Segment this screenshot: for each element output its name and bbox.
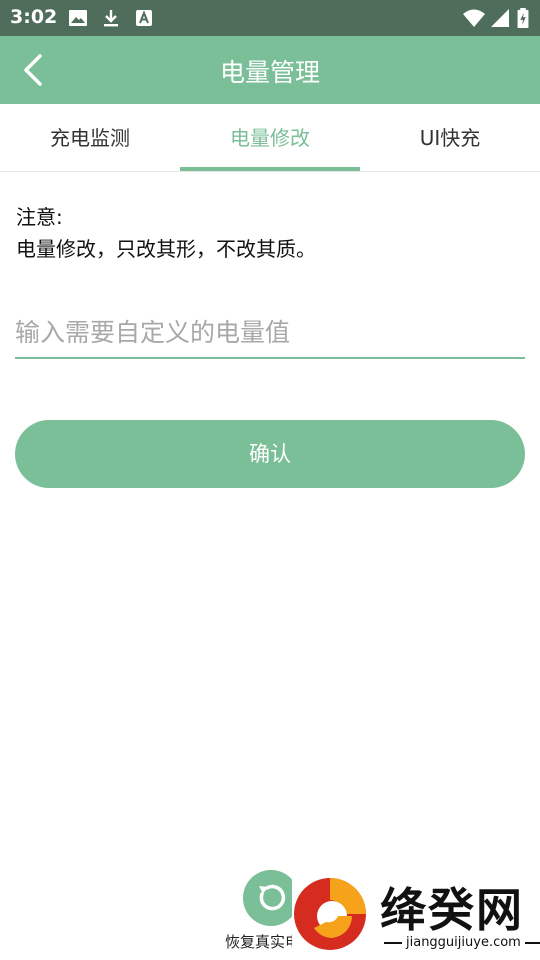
notice-body: 电量修改，只改其形，不改其质。 [16, 237, 316, 261]
image-icon [69, 10, 87, 26]
watermark-title: 绛癸网 [380, 883, 524, 937]
battery-value-field [15, 308, 525, 359]
download-icon [104, 10, 118, 27]
tab-charging-monitor[interactable]: 充电监测 [0, 104, 180, 172]
page-title: 电量管理 [219, 58, 320, 87]
wifi-icon [463, 9, 485, 27]
status-bar: 3:02 [0, 0, 540, 36]
watermark: 绛癸网 jiangguijiuye.com [292, 872, 540, 960]
watermark-url: jiangguijiuye.com [380, 935, 540, 950]
battery-charging-icon [517, 8, 529, 28]
restore-real-battery-label[interactable]: 恢复真实电量 [225, 931, 295, 952]
tab-bar: 充电监测 电量修改 UI快充 [0, 104, 540, 172]
tab-ui-fast-charge[interactable]: UI快充 [360, 104, 540, 172]
confirm-button[interactable]: 确认 [15, 420, 525, 488]
status-time: 3:02 [10, 6, 58, 28]
notice-title: 注意: [16, 205, 63, 229]
notice-text: 注意: 电量修改，只改其形，不改其质。 [16, 201, 316, 265]
restore-icon[interactable] [243, 870, 299, 926]
battery-value-input[interactable] [15, 308, 525, 356]
app-bar: 电量管理 [0, 36, 540, 104]
tab-battery-modify[interactable]: 电量修改 [180, 104, 360, 172]
signal-icon [491, 9, 509, 27]
text-a-icon [136, 10, 152, 26]
watermark-logo [294, 878, 366, 950]
active-tab-indicator [180, 167, 360, 171]
